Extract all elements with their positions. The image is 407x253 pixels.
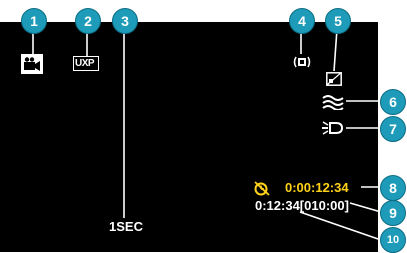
callout-7: 7 [380,116,406,142]
callout-2: 2 [75,8,101,34]
callout-leader-lines [32,28,382,241]
callout-9: 9 [380,200,406,226]
callout-8: 8 [380,175,406,201]
callout-1: 1 [21,8,47,34]
callout-4: 4 [289,8,315,34]
callout-6: 6 [380,89,406,115]
callout-5: 5 [325,8,351,34]
callout-3: 3 [112,8,138,34]
callout-10: 10 [380,227,406,253]
